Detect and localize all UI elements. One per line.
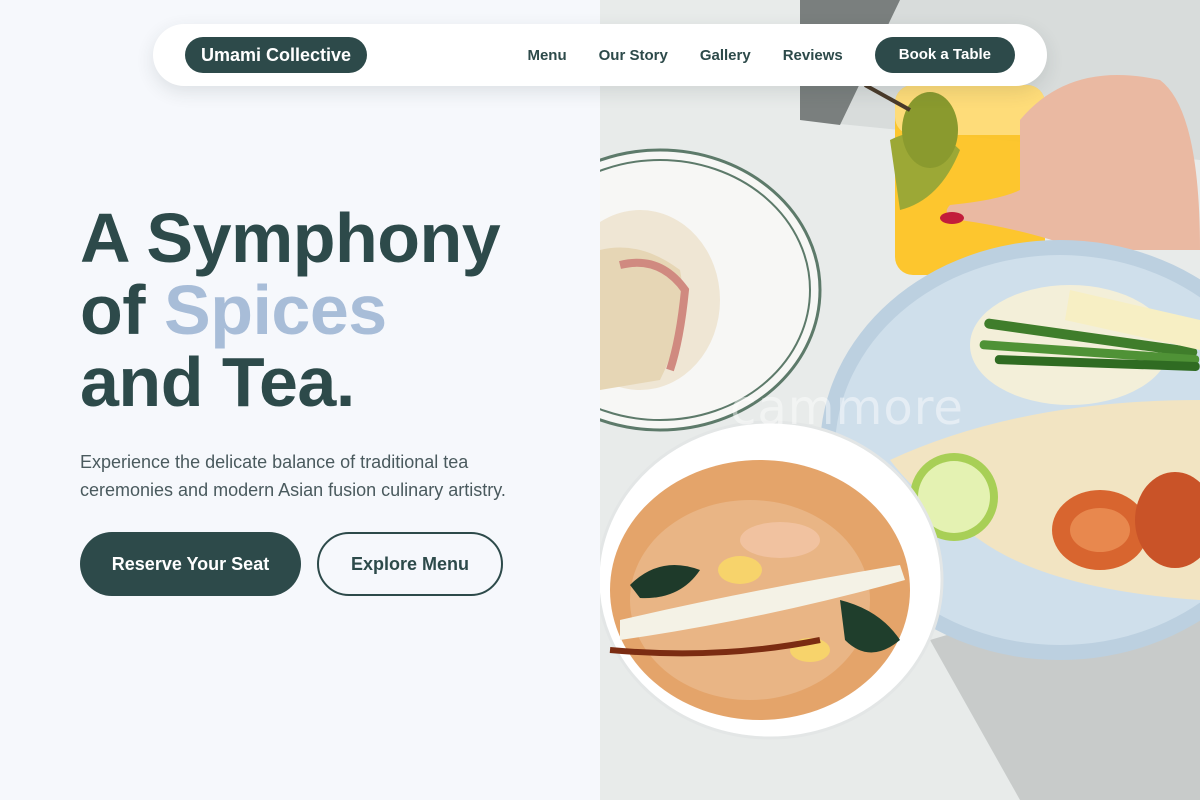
nav-link-gallery[interactable]: Gallery	[700, 47, 751, 64]
nav-link-reviews[interactable]: Reviews	[783, 47, 843, 64]
headline-line-1: A Symphony	[80, 199, 501, 277]
headline-accent: Spices	[164, 271, 387, 349]
top-navbar: Umami Collective Menu Our Story Gallery …	[153, 24, 1047, 86]
hero-food-photo: cammore	[600, 0, 1200, 800]
book-table-button[interactable]: Book a Table	[874, 37, 1015, 73]
explore-menu-button[interactable]: Explore Menu	[317, 532, 503, 596]
headline-line-3: and Tea.	[80, 343, 355, 421]
photo-watermark: cammore	[730, 380, 964, 436]
nav-link-menu[interactable]: Menu	[527, 47, 566, 64]
hero-actions: Reserve Your Seat Explore Menu	[80, 532, 503, 596]
hero-section: A Symphony of Spices and Tea. Experience…	[80, 202, 580, 504]
hero-subtitle: Experience the delicate balance of tradi…	[80, 452, 506, 500]
nav-link-our-story[interactable]: Our Story	[599, 47, 668, 64]
hero-headline: A Symphony of Spices and Tea.	[80, 202, 580, 418]
brand-logo[interactable]: Umami Collective	[185, 37, 368, 73]
headline-of: of	[80, 271, 146, 349]
nav-links: Menu Our Story Gallery Reviews Book a Ta…	[495, 37, 1015, 73]
reserve-seat-button[interactable]: Reserve Your Seat	[80, 532, 301, 596]
